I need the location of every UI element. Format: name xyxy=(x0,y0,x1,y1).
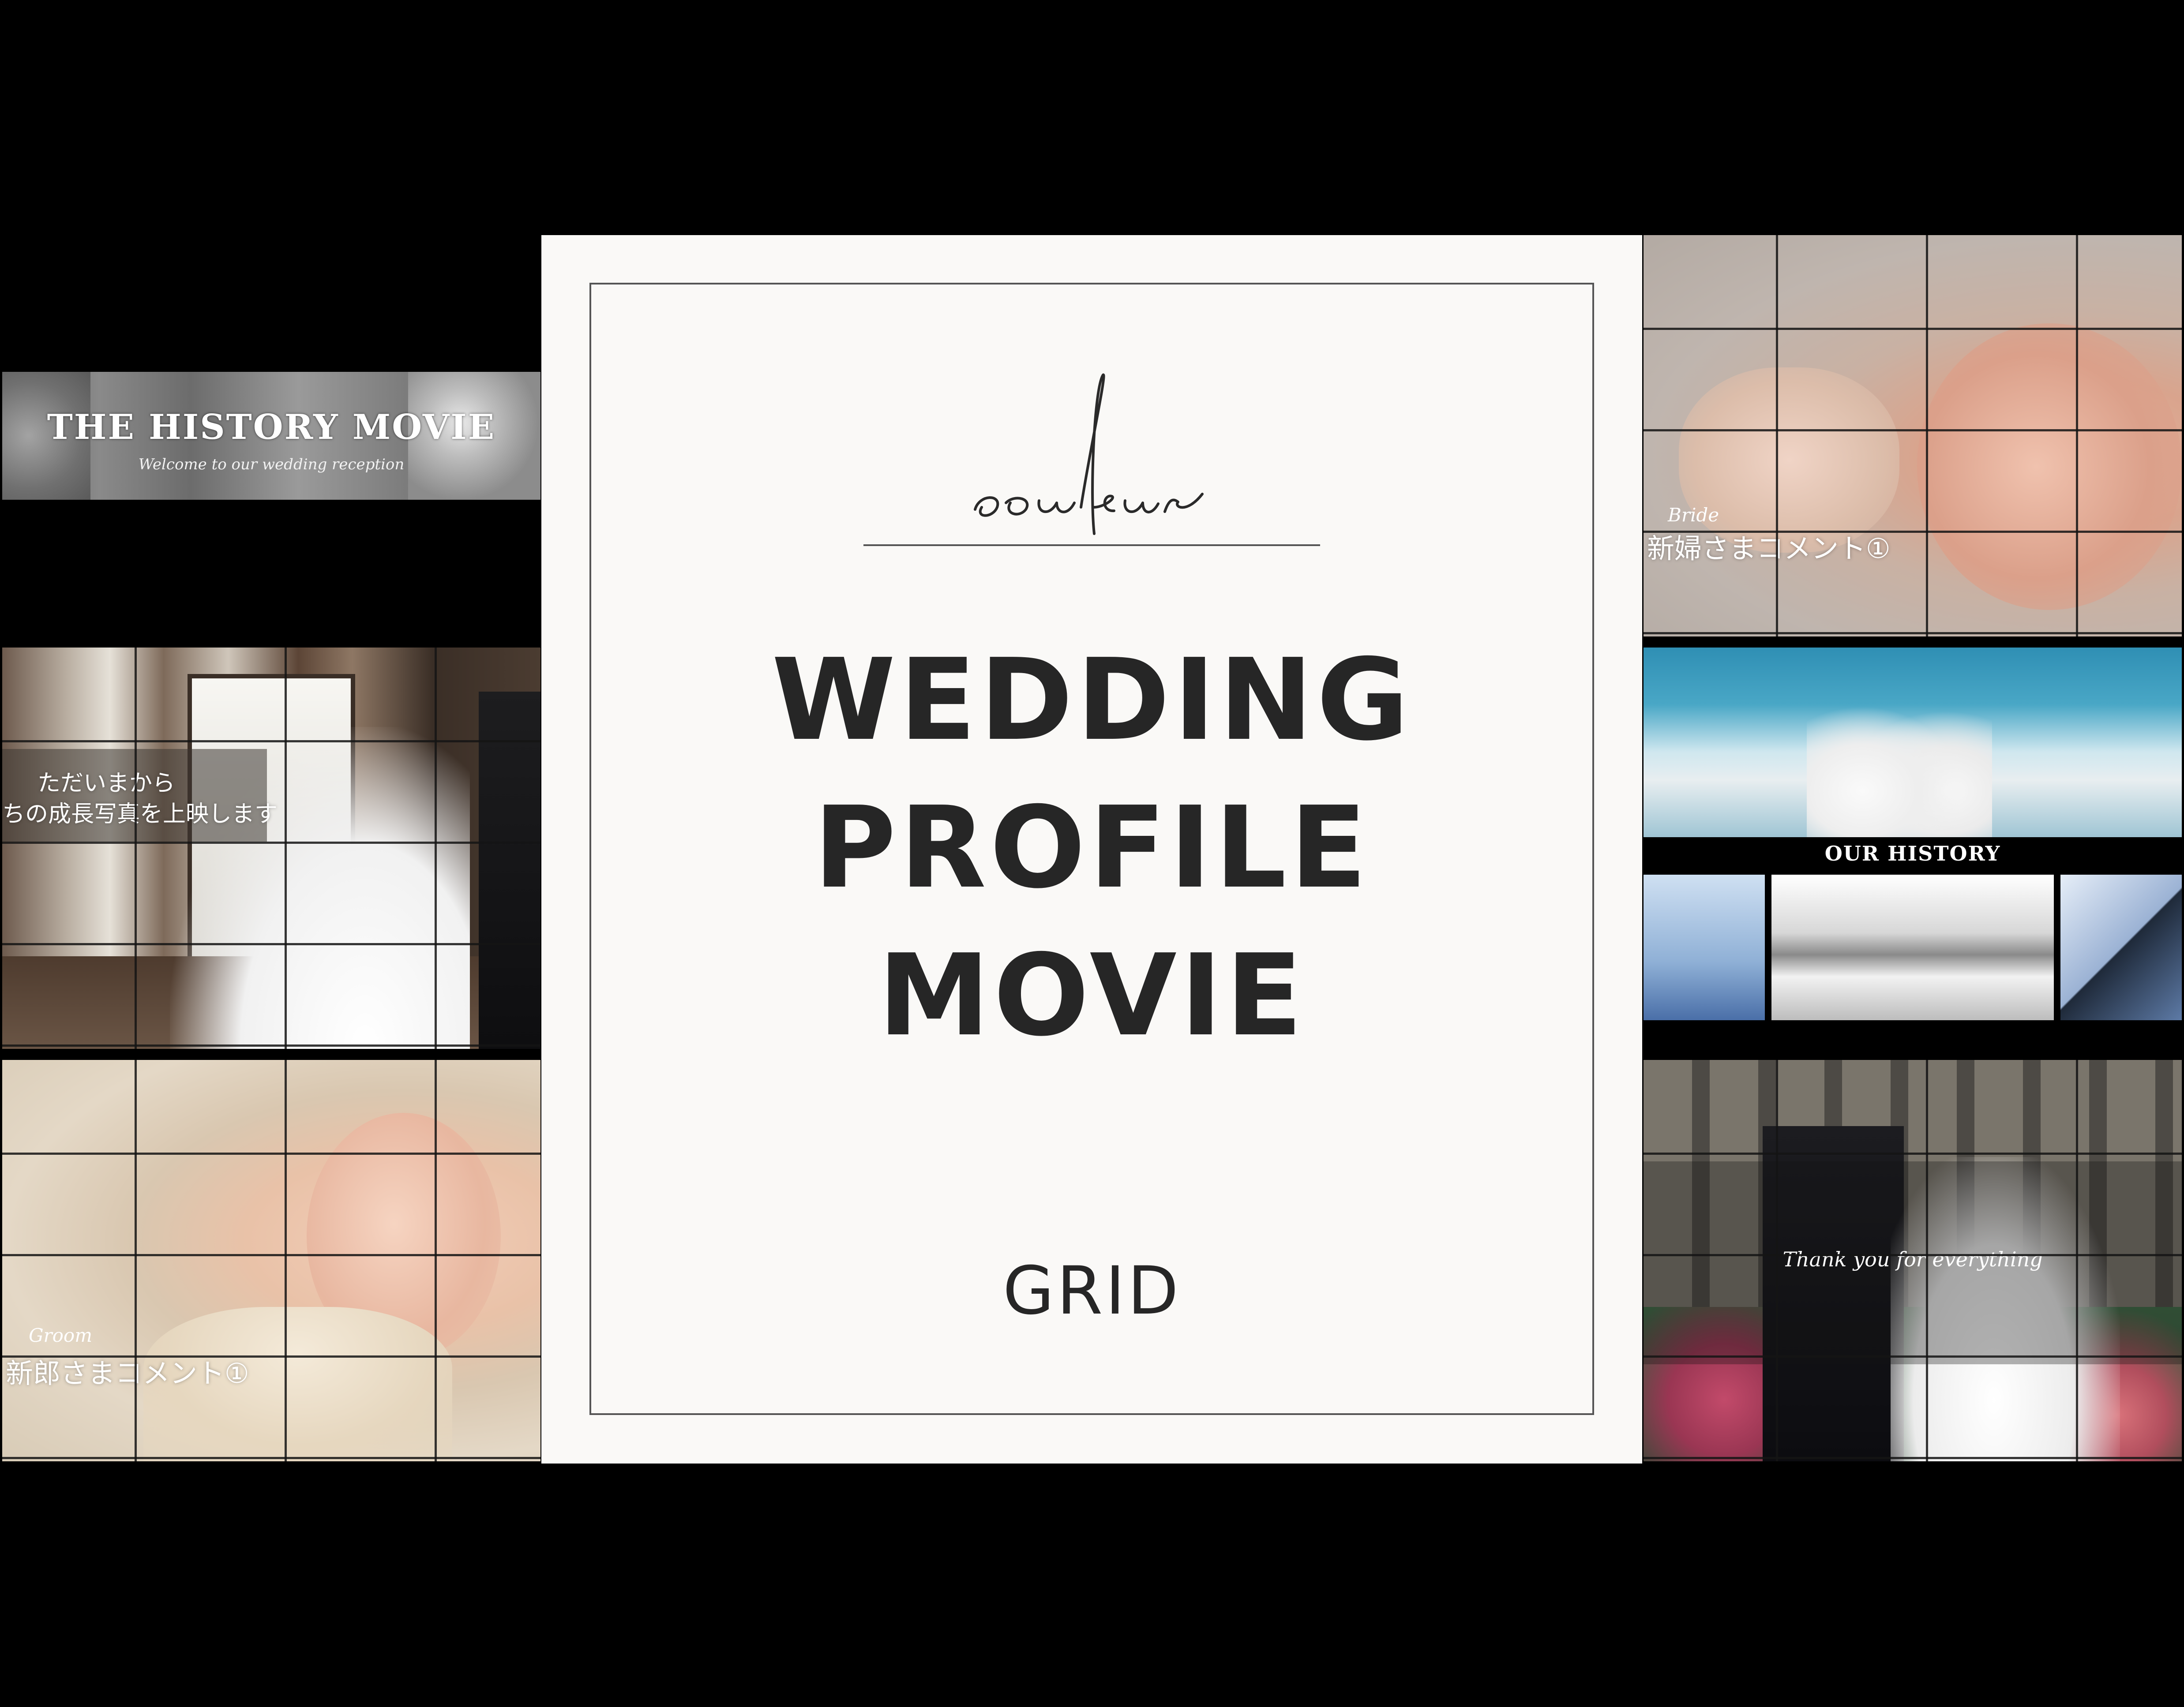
title-line-profile: PROFILE xyxy=(814,782,1370,913)
strip-photo-right xyxy=(2060,875,2182,1020)
main-title: WEDDING PROFILE MOVIE xyxy=(662,626,1522,1070)
strip-photo-center xyxy=(1771,875,2054,1020)
bride-script-label: Bride xyxy=(1668,504,1719,526)
strip-photo-left xyxy=(1644,875,1765,1020)
title-line-movie: MOVIE xyxy=(878,930,1306,1061)
history-movie-title: THE HISTORY MOVIE xyxy=(47,407,496,447)
grid-subtitle: GRID xyxy=(1002,1253,1182,1329)
thumbnail-history-movie[interactable]: THE HISTORY MOVIE Welcome to our wedding… xyxy=(2,235,540,636)
couple-figures xyxy=(1807,683,1992,837)
groom-suit xyxy=(479,692,540,1049)
chapel-caption-line2: ちの成長写真を上映します xyxy=(2,801,278,827)
baby-face xyxy=(1917,323,2182,610)
groom-script-label: Groom xyxy=(29,1325,93,1346)
groom-comment-label: 新郎さまコメント① xyxy=(6,1357,249,1389)
thumbnail-baby-bride[interactable]: Bride 新婦さまコメント① xyxy=(1644,235,2182,636)
thumbnail-baby-groom[interactable]: Groom 新郎さまコメント① xyxy=(2,1060,540,1461)
couleur-logo: couleur xyxy=(974,373,1204,535)
history-movie-tagline: Welcome to our wedding reception xyxy=(138,456,405,473)
thumbnail-our-history[interactable]: OUR HISTORY xyxy=(1644,648,2182,1049)
our-history-banner: OUR HISTORY xyxy=(1824,842,2001,865)
chapel-caption-line1: ただいまから xyxy=(38,770,176,797)
title-line-wedding: WEDDING xyxy=(771,635,1413,766)
thanks-script: Thank you for everything xyxy=(1782,1247,2043,1271)
brand-divider xyxy=(863,544,1320,546)
thumbnail-chapel-couple[interactable]: ただいまから ちの成長写真を上映します xyxy=(2,648,540,1049)
bride-comment-label: 新婦さまコメント① xyxy=(1647,532,1891,565)
thumbnail-thank-you[interactable]: Thank you for everything xyxy=(1644,1060,2182,1461)
